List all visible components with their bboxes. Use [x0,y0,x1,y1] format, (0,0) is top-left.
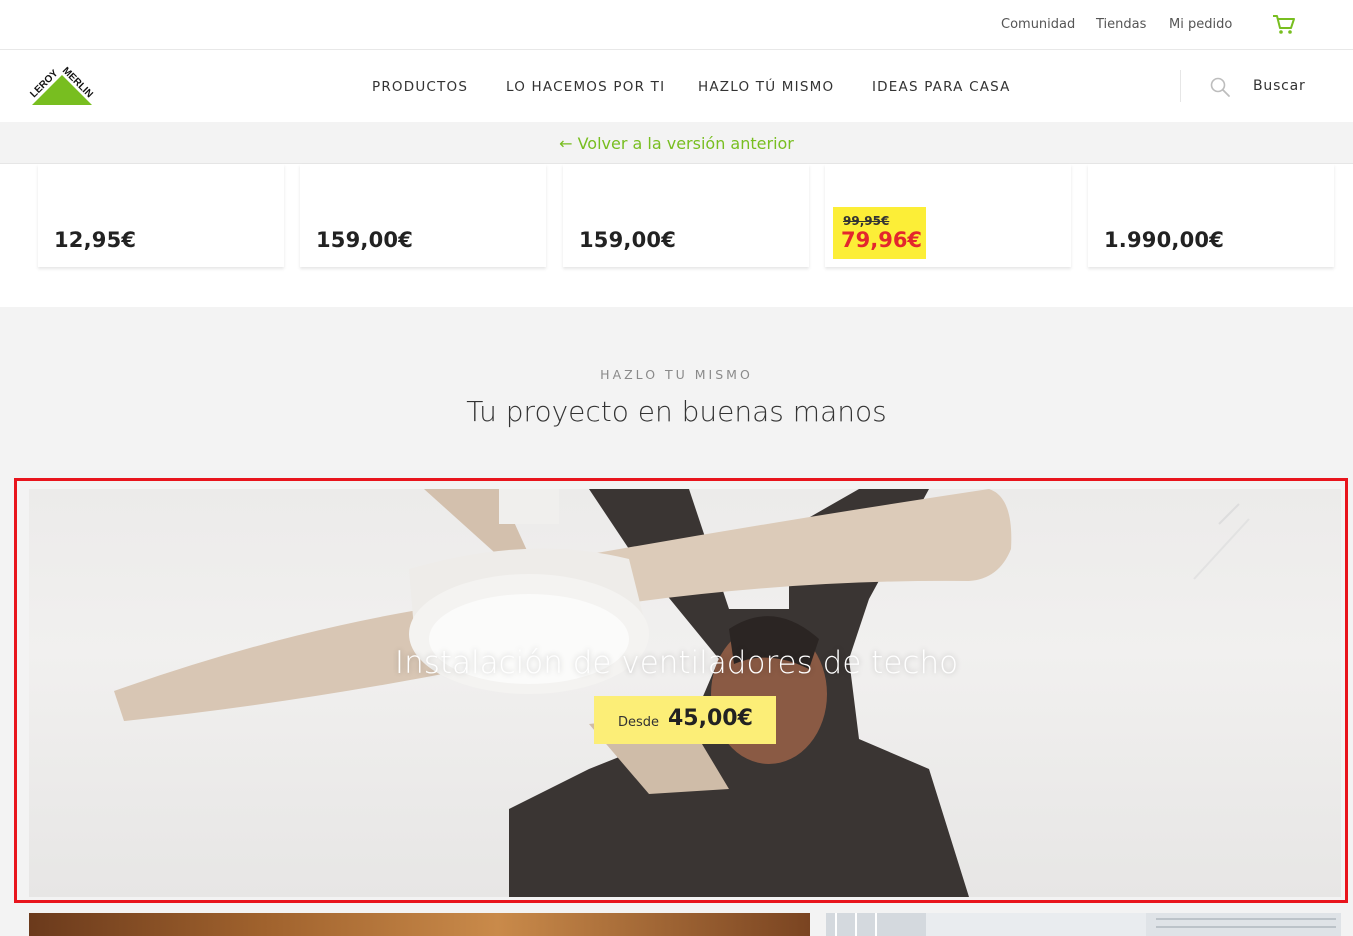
project-tile-wood[interactable] [29,913,810,936]
window-illustration [826,913,1341,936]
cart-icon[interactable] [1272,14,1296,36]
nav-lo-hacemos-por-ti[interactable]: LO HACEMOS POR TI [506,79,665,95]
link-mi-pedido[interactable]: Mi pedido [1169,17,1232,32]
utility-bar: Comunidad Tiendas Mi pedido [0,0,1353,50]
search-button[interactable]: Buscar [1253,78,1306,94]
link-comunidad[interactable]: Comunidad [1001,17,1075,32]
nav-divider [1180,70,1181,102]
search-icon[interactable] [1209,76,1231,98]
link-tiendas[interactable]: Tiendas [1096,17,1146,32]
product-card[interactable]: 159,00€ [563,164,809,267]
hero-price-badge[interactable]: Desde 45,00€ [594,696,776,744]
section-eyebrow: HAZLO TU MISMO [600,367,753,382]
ceiling-fan-illustration [114,489,1250,897]
leroy-merlin-logo[interactable]: LEROY MERLIN [28,65,96,109]
product-card[interactable]: 159,00€ [300,164,546,267]
product-card[interactable]: 12,95€ [38,164,284,267]
product-card[interactable]: 1.990,00€ [1088,164,1334,267]
back-to-previous-version-link[interactable]: ← Volver a la versión anterior [0,134,1353,153]
sale-price: 79,96€ [841,228,923,252]
hero-from-label: Desde [618,715,660,730]
nav-ideas-para-casa[interactable]: IDEAS PARA CASA [872,79,1011,95]
old-price: 99,95€ [843,214,890,228]
product-price: 1.990,00€ [1104,228,1225,252]
project-tile-window[interactable] [826,913,1341,936]
hero-title: Instalación de ventiladores de techo [394,645,959,681]
hero-price: 45,00€ [668,706,753,731]
product-price: 159,00€ [579,228,677,252]
product-price: 12,95€ [54,228,137,252]
promo-price-badge: 99,95€ 79,96€ [833,207,926,259]
product-price: 159,00€ [316,228,414,252]
hero-banner[interactable] [29,489,1341,897]
nav-productos[interactable]: PRODUCTOS [372,79,468,95]
nav-hazlo-tu-mismo[interactable]: HAZLO TÚ MISMO [698,79,834,95]
main-navigation [0,50,1353,122]
section-title: Tu proyecto en buenas manos [466,395,887,428]
